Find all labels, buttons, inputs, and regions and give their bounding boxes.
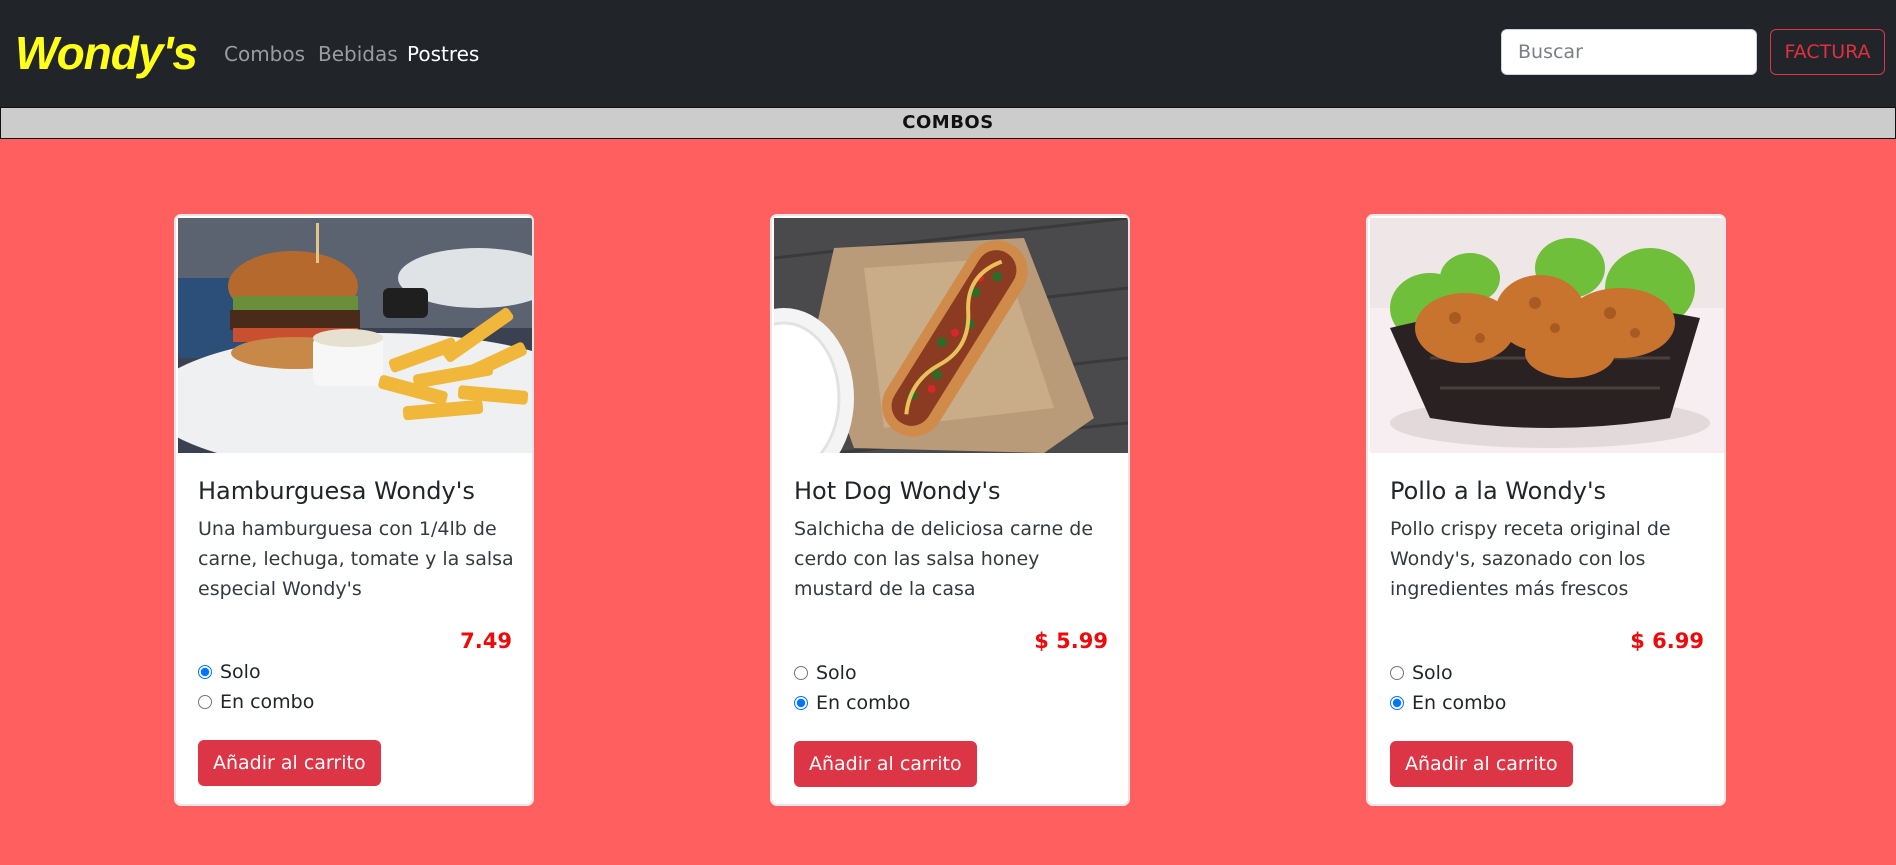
- option-solo[interactable]: Solo: [792, 660, 857, 686]
- radio-combo[interactable]: [198, 695, 212, 709]
- add-to-cart-button[interactable]: Añadir al carrito: [198, 740, 381, 786]
- hotdog-photo: [774, 218, 1128, 453]
- search-input[interactable]: [1501, 29, 1757, 75]
- product-description: Una hamburguesa con 1/4lb de carne, lech…: [198, 518, 514, 600]
- product-title: Hamburguesa Wondy's: [198, 477, 475, 505]
- brand-logo[interactable]: Wondy's: [15, 25, 198, 81]
- product-price: 7.49: [460, 629, 512, 653]
- radio-combo[interactable]: [1390, 696, 1404, 710]
- nav-bebidas[interactable]: Bebidas: [318, 40, 398, 68]
- section-banner: COMBOS: [0, 107, 1896, 139]
- add-to-cart-button[interactable]: Añadir al carrito: [1390, 741, 1573, 787]
- option-solo[interactable]: Solo: [1388, 660, 1453, 686]
- radio-combo[interactable]: [794, 696, 808, 710]
- option-combo-label: En combo: [816, 692, 911, 714]
- product-price: $ 6.99: [1630, 629, 1704, 653]
- product-title: Pollo a la Wondy's: [1390, 477, 1607, 505]
- option-combo-label: En combo: [1412, 692, 1507, 714]
- factura-button[interactable]: FACTURA: [1770, 29, 1885, 75]
- product-card-pollo: Pollo a la Wondy's Pollo crispy receta o…: [1366, 214, 1726, 806]
- add-to-cart-button[interactable]: Añadir al carrito: [794, 741, 977, 787]
- option-solo-label: Solo: [220, 661, 261, 683]
- option-solo-label: Solo: [816, 662, 857, 684]
- product-card-hamburguesa: Hamburguesa Wondy's Una hamburguesa con …: [174, 214, 534, 806]
- option-solo-label: Solo: [1412, 662, 1453, 684]
- option-solo[interactable]: Solo: [196, 659, 261, 685]
- product-description: Salchicha de deliciosa carne de cerdo co…: [794, 518, 1094, 600]
- option-combo[interactable]: En combo: [792, 690, 910, 716]
- nav-combos[interactable]: Combos: [224, 40, 305, 68]
- option-combo[interactable]: En combo: [1388, 690, 1506, 716]
- option-combo-label: En combo: [220, 691, 315, 713]
- product-card-hotdog: Hot Dog Wondy's Salchicha de deliciosa c…: [770, 214, 1130, 806]
- radio-solo[interactable]: [1390, 666, 1404, 680]
- top-navbar: Wondy's Combos Bebidas Postres FACTURA: [0, 0, 1896, 107]
- fried-chicken-photo: [1370, 218, 1724, 453]
- nav-postres[interactable]: Postres: [407, 40, 479, 68]
- product-description: Pollo crispy receta original de Wondy's,…: [1390, 518, 1671, 600]
- radio-solo[interactable]: [794, 666, 808, 680]
- product-price: $ 5.99: [1034, 629, 1108, 653]
- burger-fries-photo: [178, 218, 532, 453]
- option-combo[interactable]: En combo: [196, 689, 314, 715]
- product-title: Hot Dog Wondy's: [794, 477, 1001, 505]
- radio-solo[interactable]: [198, 665, 212, 679]
